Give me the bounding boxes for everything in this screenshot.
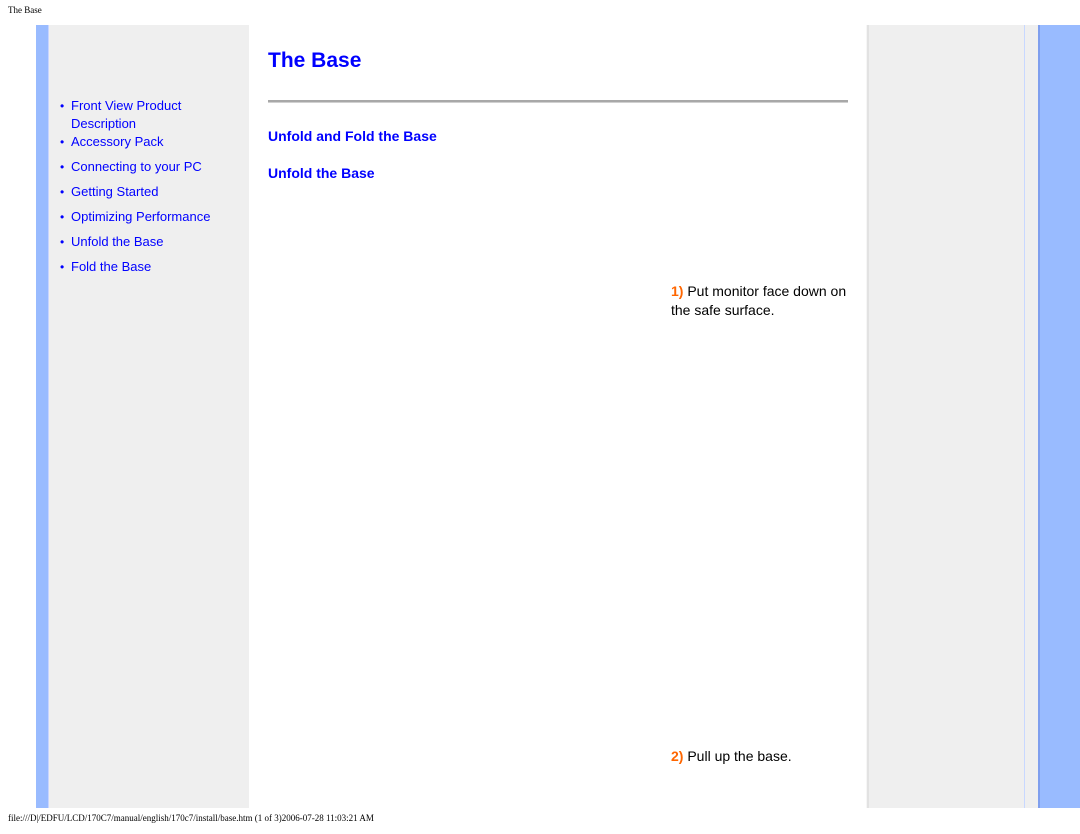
sidebar-link-optimizing[interactable]: Optimizing Performance	[71, 209, 210, 224]
step-number: 1)	[671, 283, 684, 299]
bullet-icon: •	[60, 260, 65, 274]
step-text: Put monitor face down on the safe surfac…	[671, 283, 847, 318]
sidebar-item-unfold: • Unfold the Base	[58, 233, 243, 251]
print-footer-path: file:///D|/EDFU/LCD/170C7/manual/english…	[8, 813, 374, 823]
bullet-icon: •	[60, 99, 65, 113]
sidebar-item-front-view: • Front View Product Description	[58, 97, 243, 133]
sidebar-item-fold: • Fold the Base	[58, 258, 243, 276]
sidebar-link-accessory-pack[interactable]: Accessory Pack	[71, 134, 163, 149]
bullet-icon: •	[60, 185, 65, 199]
sidebar-link-unfold[interactable]: Unfold the Base	[71, 234, 164, 249]
sidebar-link-connecting[interactable]: Connecting to your PC	[71, 159, 202, 174]
sidebar-item-getting-started: • Getting Started	[58, 183, 243, 201]
page-title: The Base	[268, 49, 362, 72]
sidebar-link-getting-started[interactable]: Getting Started	[71, 184, 158, 199]
print-header-title: The Base	[8, 5, 42, 15]
bullet-icon: •	[60, 135, 65, 149]
step-2: 2) Pull up the base.	[671, 747, 851, 766]
bullet-icon: •	[60, 210, 65, 224]
step-text: Pull up the base.	[683, 748, 792, 764]
sidebar-link-front-view[interactable]: Front View Product Description	[71, 98, 181, 131]
sidebar-link-fold[interactable]: Fold the Base	[71, 259, 151, 274]
main-content: The Base Unfold and Fold the Base Unfold…	[249, 25, 867, 808]
subsection-heading: Unfold the Base	[268, 165, 375, 181]
sidebar-nav: • Front View Product Description • Acces…	[58, 97, 243, 283]
section-heading: Unfold and Fold the Base	[268, 128, 437, 144]
sidebar-item-accessory-pack: • Accessory Pack	[58, 133, 243, 151]
horizontal-rule	[268, 100, 848, 103]
step-number: 2)	[671, 748, 684, 764]
right-sidebar-panel	[867, 25, 1038, 808]
sidebar-item-optimizing: • Optimizing Performance	[58, 208, 243, 226]
bullet-icon: •	[60, 235, 65, 249]
step-1: 1) Put monitor face down on the safe sur…	[671, 282, 851, 320]
bullet-icon: •	[60, 160, 65, 174]
left-decorative-strip	[36, 25, 49, 808]
right-divider-line	[1024, 25, 1025, 808]
sidebar-item-connecting: • Connecting to your PC	[58, 158, 243, 176]
right-decorative-strip	[1038, 25, 1080, 808]
